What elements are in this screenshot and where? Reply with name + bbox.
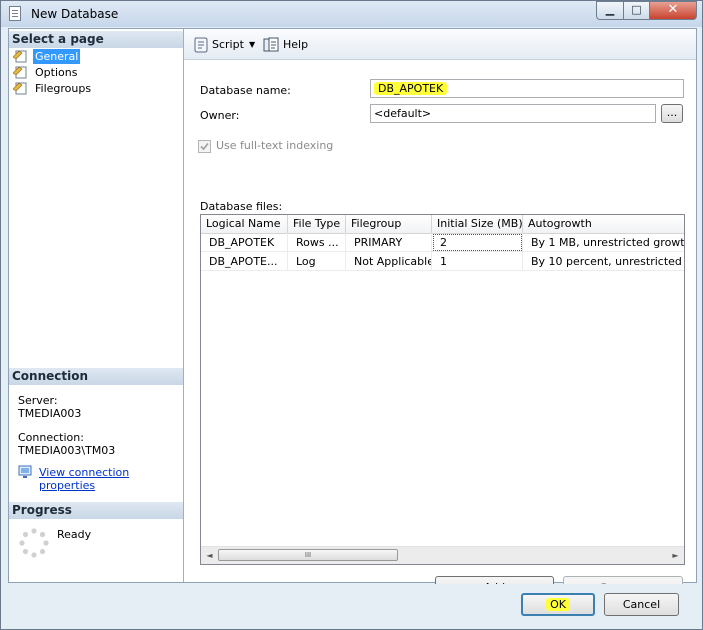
fulltext-checkbox[interactable] [198, 140, 211, 153]
fulltext-label: Use full-text indexing [216, 139, 334, 152]
horizontal-scrollbar[interactable]: ◄ III ► [201, 546, 684, 564]
column-header-initial-size[interactable]: Initial Size (MB) [432, 215, 523, 233]
server-value: TMEDIA003 [18, 407, 82, 420]
new-database-window: New Database ▁ □ ✕ Select a page General… [0, 0, 703, 630]
script-button[interactable]: Script ▼ [193, 37, 263, 53]
database-name-label: Database name: [200, 84, 291, 97]
cell-file-type[interactable]: Rows ... [288, 233, 346, 252]
toolbar: Script ▼ Help [184, 29, 696, 60]
sidebar-item-label: General [33, 49, 81, 64]
progress-spinner-icon [19, 528, 49, 558]
database-name-input[interactable]: DB_APOTEK [370, 79, 684, 98]
help-icon [263, 37, 279, 52]
database-files-label: Database files: [200, 200, 283, 213]
cell-filegroup[interactable]: PRIMARY [346, 233, 432, 252]
cell-filegroup[interactable]: Not Applicable [346, 252, 432, 271]
column-header-autogrowth[interactable]: Autogrowth [523, 215, 684, 233]
owner-browse-button[interactable]: ... [661, 104, 683, 123]
document-icon [9, 6, 21, 21]
ok-button[interactable]: OK [521, 593, 595, 616]
connection-value: TMEDIA003\TM03 [18, 444, 116, 457]
database-files-grid[interactable]: Logical Name File Type Filegroup Initial… [200, 214, 685, 565]
server-label: Server: [18, 394, 58, 407]
table-row[interactable]: DB_APOTEK Rows ... PRIMARY 2 By 1 MB, un… [201, 233, 684, 252]
owner-input[interactable]: <default> [370, 104, 656, 123]
page-icon [13, 82, 27, 95]
left-pane: Select a page General Options Filegroups… [9, 29, 184, 582]
table-row[interactable]: DB_APOTE... Log Not Applicable 1 By 10 p… [201, 252, 684, 271]
page-icon [13, 66, 27, 79]
scroll-thumb[interactable]: III [218, 549, 398, 561]
progress-status: Ready [57, 528, 92, 541]
page-icon [13, 50, 27, 63]
column-header-filegroup[interactable]: Filegroup [346, 215, 432, 233]
maximize-button[interactable]: □ [623, 1, 650, 20]
checkmark-icon [200, 142, 209, 151]
script-label: Script [212, 38, 244, 51]
connection-header: Connection [9, 368, 183, 385]
dialog-client-area: Select a page General Options Filegroups… [8, 28, 697, 599]
cell-autogrowth[interactable]: By 10 percent, unrestricted growth [523, 252, 684, 271]
cell-logical-name[interactable]: DB_APOTE... [201, 252, 288, 271]
title-bar: New Database ▁ □ ✕ [1, 1, 702, 27]
cell-initial-size[interactable]: 1 [432, 252, 523, 271]
cell-logical-name[interactable]: DB_APOTEK [201, 233, 288, 252]
grid-header: Logical Name File Type Filegroup Initial… [201, 215, 684, 234]
owner-label: Owner: [200, 109, 240, 122]
chevron-down-icon[interactable]: ▼ [249, 37, 255, 53]
close-button[interactable]: ✕ [649, 1, 697, 20]
column-header-file-type[interactable]: File Type [288, 215, 346, 233]
scroll-right-icon[interactable]: ► [667, 547, 684, 564]
column-header-logical-name[interactable]: Logical Name [201, 215, 288, 233]
cell-autogrowth[interactable]: By 1 MB, unrestricted growth [523, 233, 684, 252]
sidebar-item-label: Filegroups [35, 82, 92, 95]
progress-header: Progress [9, 502, 183, 519]
right-pane: Script ▼ Help Database name: DB_APOTEK O… [184, 29, 696, 599]
connection-label: Connection: [18, 431, 84, 444]
sidebar-item-label: Options [35, 66, 78, 79]
cancel-button[interactable]: Cancel [604, 593, 679, 616]
help-label: Help [283, 38, 309, 51]
view-connection-properties-link[interactable]: View connection properties [39, 466, 183, 492]
help-button[interactable]: Help [263, 37, 313, 53]
window-title: New Database [31, 7, 119, 21]
connection-properties-icon [18, 465, 32, 478]
select-page-header: Select a page [9, 31, 183, 48]
general-page-content: Database name: DB_APOTEK Owner: <default… [184, 60, 696, 599]
scroll-left-icon[interactable]: ◄ [201, 547, 218, 564]
dialog-button-bar: OK Cancel [1, 584, 702, 629]
cell-file-type[interactable]: Log [288, 252, 346, 271]
database-name-value: DB_APOTEK [374, 82, 448, 95]
ok-label: OK [546, 598, 570, 611]
cell-initial-size[interactable]: 2 [432, 233, 523, 252]
minimize-button[interactable]: ▁ [596, 1, 624, 20]
script-icon [194, 37, 208, 53]
